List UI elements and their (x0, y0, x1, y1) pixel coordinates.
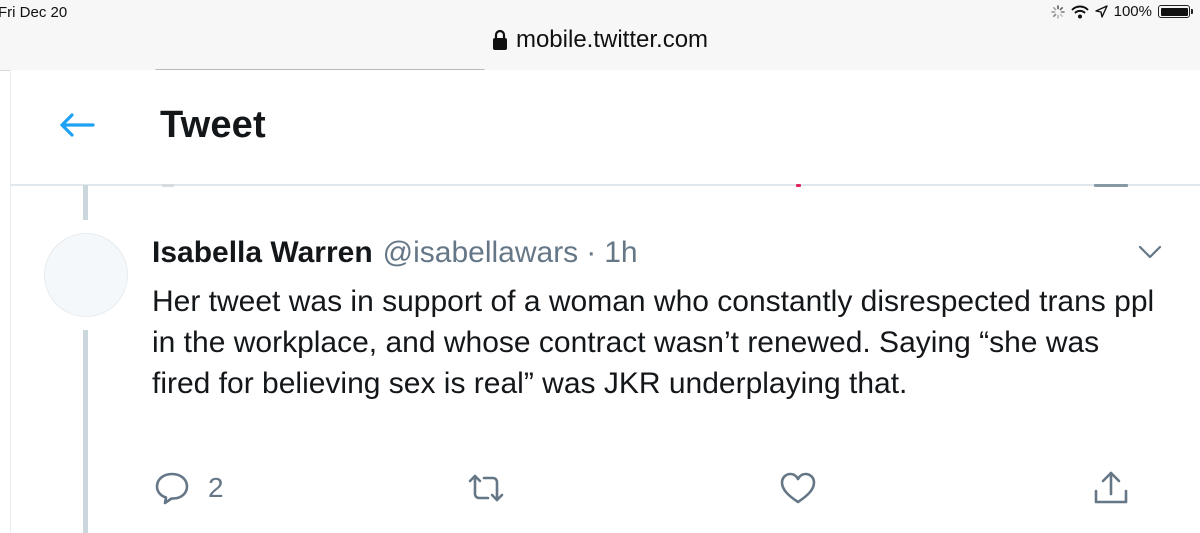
activity-spinner-icon (1050, 4, 1065, 19)
location-arrow-icon (1094, 5, 1108, 18)
thread-connector-top (83, 185, 88, 220)
tweet-text: Her tweet was in support of a woman who … (152, 285, 1155, 400)
heart-icon (779, 471, 817, 505)
timeline-border (10, 185, 11, 533)
speech-bubble-icon (154, 471, 190, 505)
share-button[interactable] (1092, 468, 1130, 508)
url-text: mobile.twitter.com (515, 26, 709, 53)
retweet-button[interactable] (466, 468, 506, 508)
arrow-left-icon (58, 112, 96, 143)
back-button[interactable] (55, 107, 99, 147)
battery-level-fill (1160, 7, 1188, 16)
tweet-header: Isabella Warren @isabellawars · 1h (152, 236, 638, 270)
retweet-icon (466, 472, 506, 504)
prior-action-remnant (162, 184, 174, 187)
prior-share-remnant (1094, 184, 1128, 187)
battery-icon (1158, 5, 1193, 18)
page-header: Tweet (10, 70, 1200, 186)
prior-like-remnant (796, 184, 801, 187)
author-handle[interactable]: @isabellawars (383, 236, 579, 269)
share-icon (1092, 469, 1130, 507)
status-indicators: 100% (1050, 3, 1193, 20)
status-time: Fri Dec 20 (0, 4, 68, 21)
address-bar[interactable]: mobile.twitter.com (0, 26, 1200, 54)
battery-percent: 100% (1113, 3, 1152, 20)
chevron-down-icon (1138, 245, 1162, 264)
lock-icon (492, 29, 508, 51)
separator-dot: · (586, 236, 597, 269)
screen: Fri Dec 20 100% mobile.twitter.com Tweet… (0, 0, 1200, 533)
wifi-icon (1070, 5, 1089, 19)
reply-button[interactable]: 2 (154, 468, 224, 508)
more-options-button[interactable] (1136, 244, 1164, 264)
page-title: Tweet (160, 104, 266, 146)
battery-nub (1191, 9, 1193, 14)
reply-count: 2 (208, 472, 224, 503)
avatar[interactable] (44, 233, 128, 317)
thread-connector-bottom (83, 330, 88, 533)
author-name[interactable]: Isabella Warren (152, 236, 373, 269)
browser-chrome: Fri Dec 20 100% mobile.twitter.com (0, 0, 1200, 71)
tweet-time[interactable]: 1h (604, 236, 637, 269)
like-button[interactable] (779, 468, 817, 508)
